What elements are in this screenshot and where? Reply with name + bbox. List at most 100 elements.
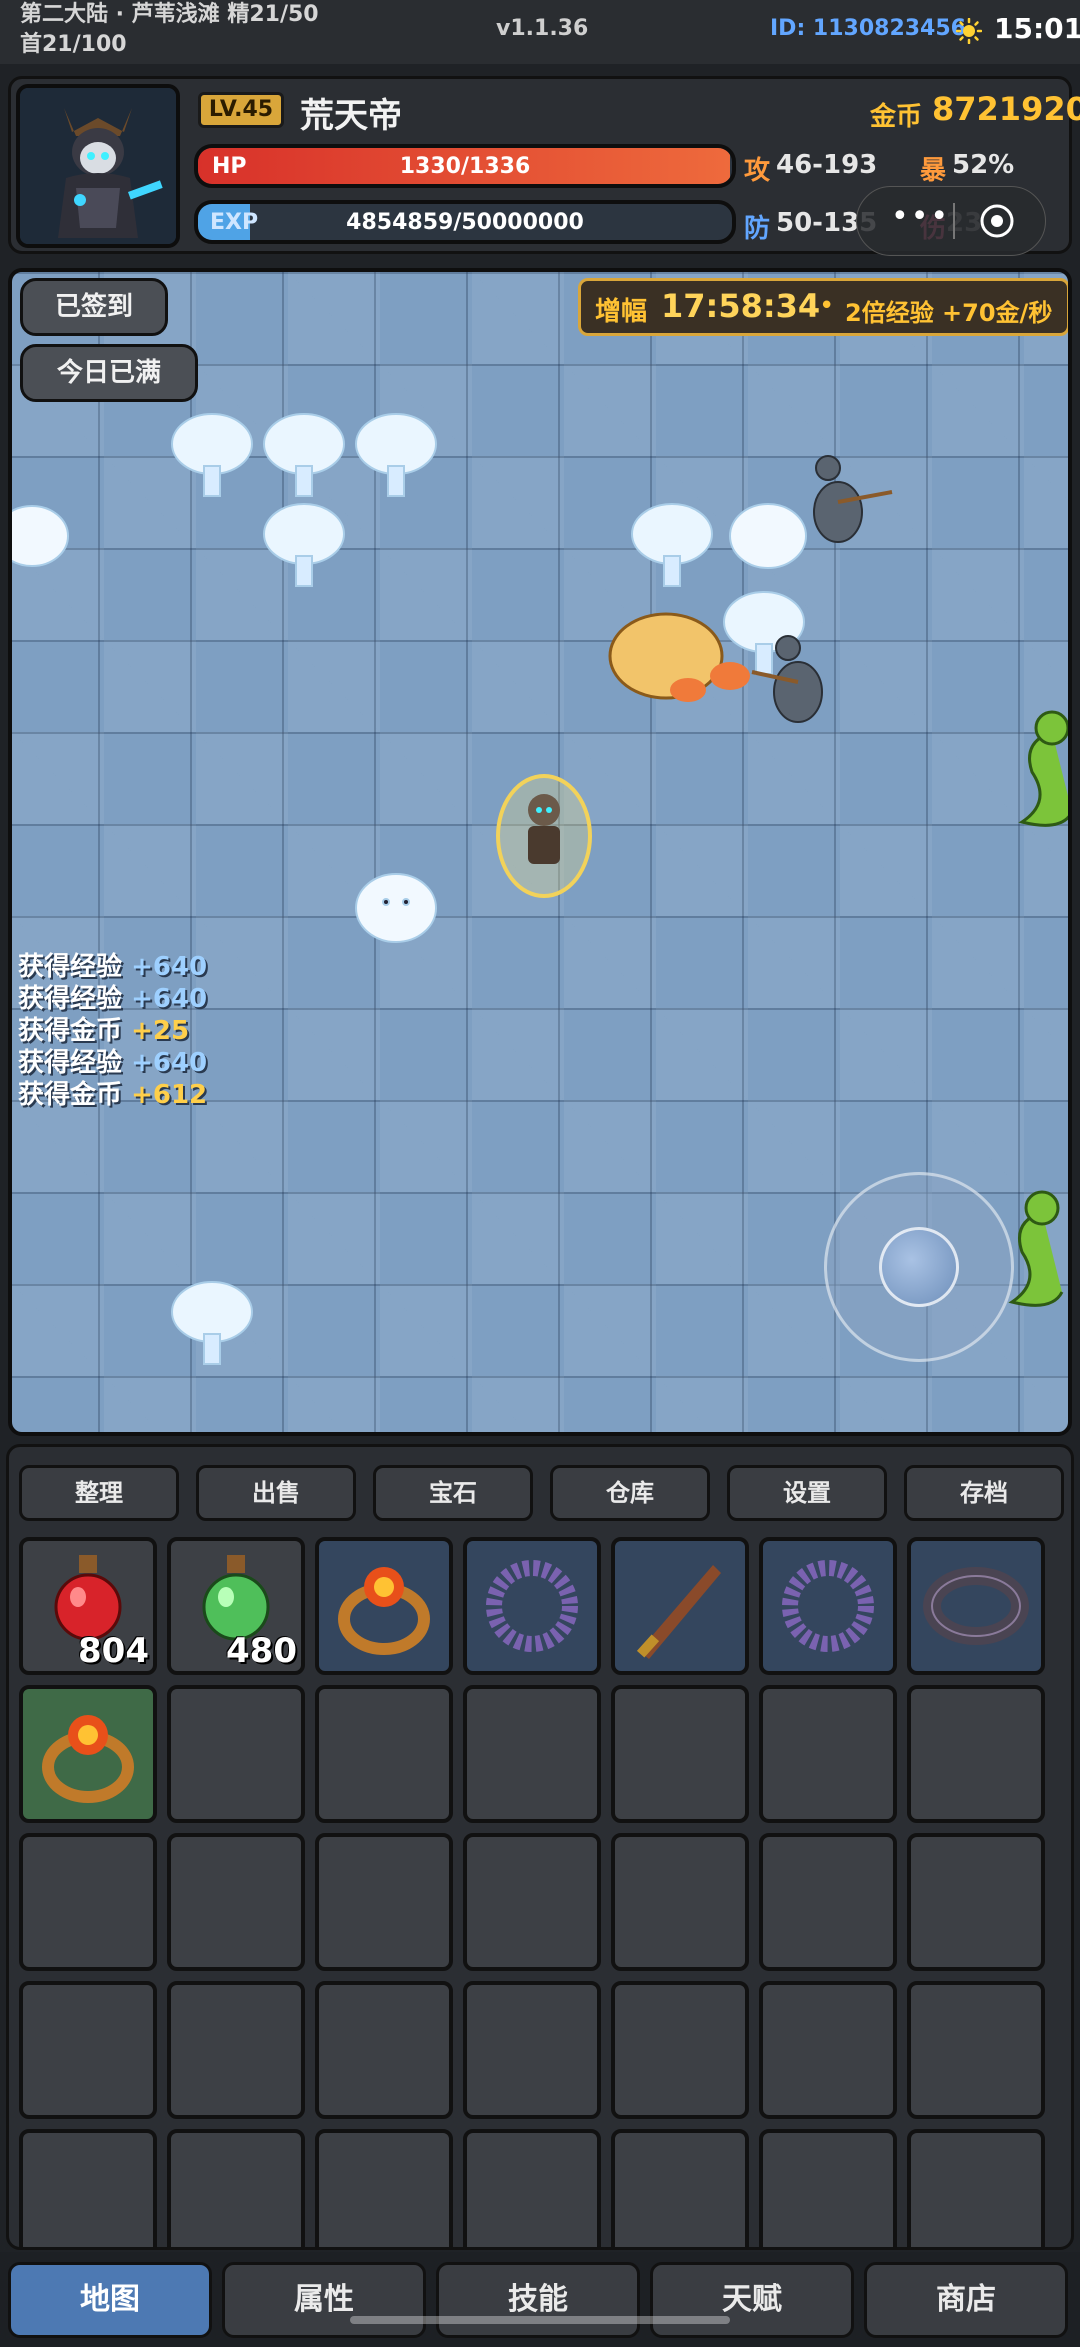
nav-skills-tab[interactable]: 技能 xyxy=(436,2262,640,2338)
item-count: 480 xyxy=(226,1631,297,1671)
inventory-slot[interactable] xyxy=(611,1833,749,1971)
gem-button[interactable]: 宝石 xyxy=(373,1465,533,1521)
inventory-slot[interactable] xyxy=(611,1981,749,2119)
player-avatar[interactable] xyxy=(16,84,180,248)
inventory-slot[interactable] xyxy=(759,1685,897,1823)
inventory-slot[interactable] xyxy=(463,1981,601,2119)
miniprogram-capsule: ••• xyxy=(856,186,1046,256)
item-count: 804 xyxy=(78,1631,149,1671)
inventory-slot[interactable] xyxy=(167,1685,305,1823)
level-badge: LV.45 xyxy=(198,92,284,128)
thorn-ring-icon xyxy=(486,1560,578,1652)
signed-in-button[interactable]: 已签到 xyxy=(20,278,168,336)
inventory-slot[interactable] xyxy=(463,2129,601,2247)
dagger-icon xyxy=(636,1565,721,1659)
defense-label: 防 xyxy=(744,214,771,244)
joystick-knob[interactable] xyxy=(879,1227,959,1307)
inventory-slot[interactable] xyxy=(759,1981,897,2119)
inventory-slot[interactable] xyxy=(167,2129,305,2247)
player-name: 荒天帝 xyxy=(300,96,402,136)
inventory-slot[interactable] xyxy=(463,1833,601,1971)
boost-banner[interactable]: 增幅 17:58:34 • 2倍经验 +70金/秒 xyxy=(578,278,1068,336)
log-text: 获得金币 xyxy=(18,1080,123,1110)
exp-bar: EXP 4854859/50000000 xyxy=(194,200,736,244)
attack-value: 46-193 xyxy=(776,150,878,180)
nav-attributes-tab[interactable]: 属性 xyxy=(222,2262,426,2338)
inventory-slot[interactable] xyxy=(19,2129,157,2247)
player-character-icon xyxy=(496,774,592,898)
boost-description: 2倍经验 +70金/秒 xyxy=(845,299,1053,327)
dark-bracelet-icon xyxy=(923,1567,1029,1645)
inventory-slot[interactable] xyxy=(907,1981,1045,2119)
inventory-slot[interactable] xyxy=(759,2129,897,2247)
home-indicator xyxy=(350,2316,730,2324)
capsule-divider xyxy=(953,203,955,239)
settings-button[interactable]: 设置 xyxy=(727,1465,887,1521)
inventory-slot[interactable] xyxy=(315,1685,453,1823)
inventory-slot[interactable] xyxy=(611,1537,749,1675)
nav-talents-tab[interactable]: 天赋 xyxy=(650,2262,854,2338)
sort-button[interactable]: 整理 xyxy=(19,1465,179,1521)
inventory-slot[interactable] xyxy=(315,2129,453,2247)
location-line-1: 第二大陆 · 芦苇浅滩 精21/50 xyxy=(20,2,319,27)
knight-avatar-icon xyxy=(20,88,176,244)
thorn-ring-icon xyxy=(782,1560,874,1652)
inventory-slot[interactable] xyxy=(167,1981,305,2119)
warehouse-button[interactable]: 仓库 xyxy=(550,1465,710,1521)
boost-timer: 17:58:34 xyxy=(661,287,821,325)
inventory-slot[interactable] xyxy=(315,1833,453,1971)
snow-tree-icon xyxy=(171,413,805,1365)
close-target-icon[interactable] xyxy=(979,203,1015,239)
location-info: 第二大陆 · 芦苇浅滩 精21/50 首21/100 xyxy=(20,0,319,60)
daily-full-button[interactable]: 今日已满 xyxy=(20,344,198,402)
sun-icon xyxy=(956,18,982,44)
inventory-slot[interactable]: 804 xyxy=(19,1537,157,1675)
more-menu-icon[interactable]: ••• xyxy=(891,199,950,234)
reward-log-line: 获得金币 +612 xyxy=(18,1074,207,1111)
inventory-slot[interactable] xyxy=(19,1833,157,1971)
virtual-joystick[interactable] xyxy=(824,1172,1014,1362)
fire-ring-icon xyxy=(42,1715,134,1803)
inventory-slot[interactable] xyxy=(167,1833,305,1971)
inventory-panel: 整理 出售 宝石 仓库 设置 存档 804 480 xyxy=(6,1444,1074,2250)
inventory-slot[interactable] xyxy=(463,1537,601,1675)
snow-slime-icon xyxy=(12,503,807,943)
boost-separator: • xyxy=(819,291,835,321)
gold-amount: 8721920 xyxy=(932,90,1080,128)
inventory-slot[interactable] xyxy=(759,1537,897,1675)
inventory-slot[interactable] xyxy=(315,1537,453,1675)
nav-map-tab[interactable]: 地图 xyxy=(8,2262,212,2338)
crit-label: 暴 xyxy=(920,156,947,186)
fire-ring-icon xyxy=(338,1567,430,1655)
exp-value: 4854859/50000000 xyxy=(346,210,584,235)
inventory-slot[interactable] xyxy=(19,1685,157,1823)
boost-label: 增幅 xyxy=(595,297,648,327)
log-value: +612 xyxy=(131,1080,208,1110)
location-line-2: 首21/100 xyxy=(20,32,127,57)
save-button[interactable]: 存档 xyxy=(904,1465,1064,1521)
inventory-slot[interactable] xyxy=(907,2129,1045,2247)
hp-value: 1330/1336 xyxy=(399,154,531,179)
gold-label: 金币 xyxy=(870,102,923,132)
inventory-slot[interactable] xyxy=(907,1833,1045,1971)
inventory-slot[interactable] xyxy=(315,1981,453,2119)
crit-value: 52% xyxy=(952,150,1015,180)
inventory-slot[interactable] xyxy=(611,1685,749,1823)
snake-enemy-icon xyxy=(1008,710,1068,1307)
inventory-slot[interactable] xyxy=(759,1833,897,1971)
inventory-slot[interactable] xyxy=(907,1685,1045,1823)
inventory-slot[interactable] xyxy=(611,2129,749,2247)
attack-label: 攻 xyxy=(744,156,771,186)
heron-enemy-icon xyxy=(751,455,893,723)
hp-bar: HP 1330/1336 xyxy=(194,144,736,188)
inventory-slot[interactable]: 480 xyxy=(167,1537,305,1675)
version-label: v1.1.36 xyxy=(496,16,589,41)
inventory-slot[interactable] xyxy=(907,1537,1045,1675)
nav-shop-tab[interactable]: 商店 xyxy=(864,2262,1068,2338)
sell-button[interactable]: 出售 xyxy=(196,1465,356,1521)
inventory-slot[interactable] xyxy=(19,1981,157,2119)
inventory-slot[interactable] xyxy=(463,1685,601,1823)
game-map[interactable]: 已签到 今日已满 增幅 17:58:34 • 2倍经验 +70金/秒 获得经验 … xyxy=(8,268,1072,1436)
user-id: ID: 1130823456 xyxy=(770,16,966,41)
clock: 15:01 xyxy=(994,12,1080,45)
